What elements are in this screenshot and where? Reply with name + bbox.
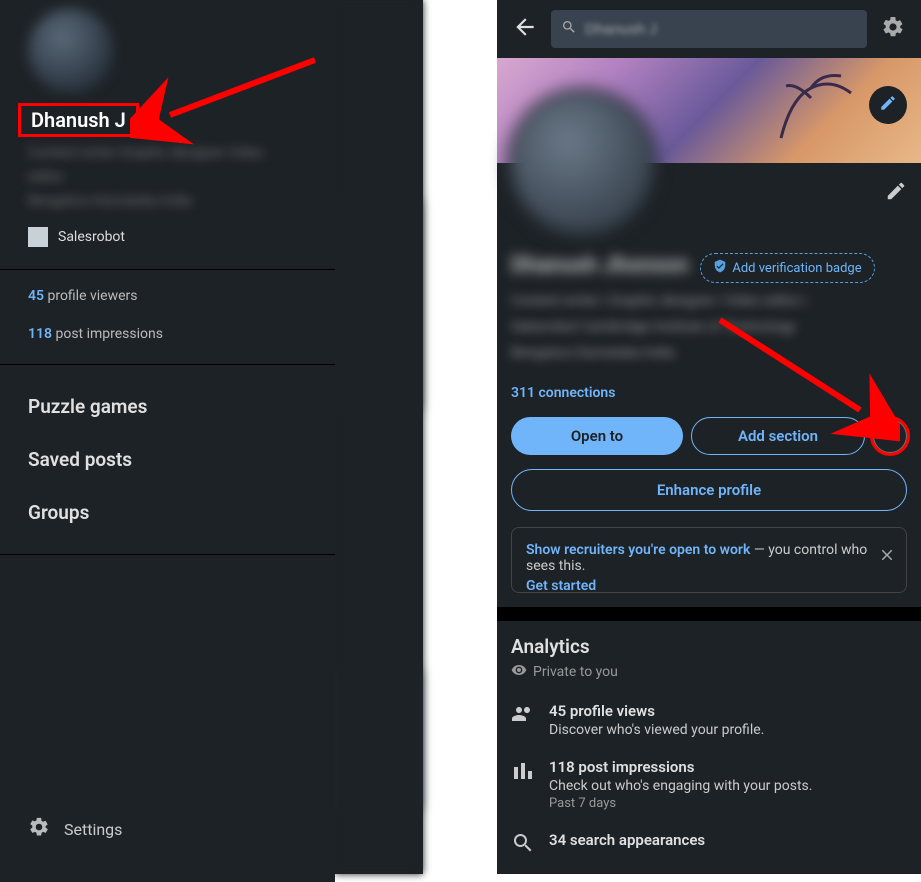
open-to-button[interactable]: Open to <box>511 417 683 455</box>
nav-puzzle-games[interactable]: Puzzle games <box>0 365 335 418</box>
sidebar: Dhanush J Content writer Graphic designe… <box>0 8 335 882</box>
location-blurred: Bengaluru Karnataka India <box>28 193 335 209</box>
stat-label: post impressions <box>52 326 163 342</box>
pencil-icon <box>879 94 897 116</box>
avatar[interactable] <box>28 8 113 93</box>
stat-count: 45 <box>28 288 44 304</box>
search-icon <box>561 19 577 39</box>
profile-body: Dhanush Jhonson Add verification badge C… <box>497 163 921 859</box>
analytics-post-impressions[interactable]: 118 post impressions Check out who's eng… <box>511 758 907 811</box>
search-box[interactable] <box>551 10 867 48</box>
analytics-sub: Check out who's engaging with your posts… <box>549 778 812 794</box>
card-title: Show recruiters you're open to work <box>526 542 750 558</box>
enhance-profile-button[interactable]: Enhance profile <box>511 469 907 511</box>
eye-icon <box>511 662 527 682</box>
close-icon <box>878 552 896 568</box>
private-indicator: Private to you <box>511 662 907 682</box>
gear-icon <box>28 816 50 842</box>
divider <box>0 554 335 555</box>
company-name: Salesrobot <box>58 229 125 245</box>
company-logo <box>28 227 48 247</box>
analytics-sub: Discover who's viewed your profile. <box>549 722 764 738</box>
nav-groups[interactable]: Groups <box>0 471 335 524</box>
search-icon <box>511 831 535 859</box>
people-icon <box>511 702 535 738</box>
feed-blur <box>335 0 423 874</box>
analytics-profile-views[interactable]: 45 profile views Discover who's viewed y… <box>511 702 907 738</box>
profile-name-highlighted[interactable]: Dhanush J <box>18 103 139 137</box>
card-cta[interactable]: Get started <box>526 578 868 593</box>
analytics-heading: 34 search appearances <box>549 831 705 849</box>
settings-button[interactable] <box>875 11 911 47</box>
headline-blurred: Content writer | Graphic designer | Vide… <box>511 293 907 309</box>
education-blurred: Salesrobot Cambridge Institute of Techno… <box>511 319 907 335</box>
analytics-heading: 118 post impressions <box>549 758 812 776</box>
post-impressions-link[interactable]: 118 post impressions <box>28 326 335 342</box>
shield-check-icon <box>713 259 727 277</box>
close-card-button[interactable] <box>878 546 896 568</box>
edit-banner-button[interactable] <box>869 86 907 124</box>
bar-chart-icon <box>511 758 535 811</box>
right-panel: Dhanush Jhonson Add verification badge C… <box>497 0 921 874</box>
settings-label: Settings <box>64 820 122 839</box>
gear-icon <box>881 15 905 43</box>
annotation-circle <box>870 416 910 456</box>
verification-badge-button[interactable]: Add verification badge <box>700 253 874 283</box>
analytics-search-appearances[interactable]: 34 search appearances <box>511 831 907 859</box>
left-panel: Dhanush J Content writer Graphic designe… <box>0 0 423 874</box>
section-gap <box>497 607 921 621</box>
arrow-left-icon <box>512 14 538 44</box>
company-row[interactable]: Salesrobot <box>28 227 335 247</box>
analytics-title: Analytics <box>511 635 907 658</box>
headline-blurred: Content writer Graphic designer Video <box>28 145 335 161</box>
private-label: Private to you <box>533 664 618 680</box>
location-blurred: Bengaluru Karnataka India <box>511 345 907 361</box>
profile-viewers-link[interactable]: 45 profile viewers <box>28 288 335 304</box>
settings-link[interactable]: Settings <box>28 816 122 842</box>
analytics-heading: 45 profile views <box>549 702 764 720</box>
back-button[interactable] <box>507 11 543 47</box>
action-button-row: Open to Add section ••• <box>511 417 907 455</box>
analytics-timeframe: Past 7 days <box>549 796 812 811</box>
verify-label: Add verification badge <box>732 261 861 276</box>
search-input[interactable] <box>585 21 857 38</box>
nav-saved-posts[interactable]: Saved posts <box>0 418 335 471</box>
connections-link[interactable]: 311 connections <box>511 385 907 401</box>
open-to-work-card[interactable]: Show recruiters you're open to work — yo… <box>511 527 907 593</box>
stat-count: 118 <box>28 326 52 342</box>
banner-artwork <box>761 68 881 148</box>
topbar <box>497 0 921 58</box>
add-section-button[interactable]: Add section <box>691 417 865 455</box>
divider <box>0 269 335 270</box>
profile-name-blurred: Dhanush Jhonson <box>511 253 688 278</box>
headline-blurred: editor <box>28 169 335 185</box>
more-button[interactable]: ••• <box>873 419 907 453</box>
stat-label: profile viewers <box>44 288 138 304</box>
